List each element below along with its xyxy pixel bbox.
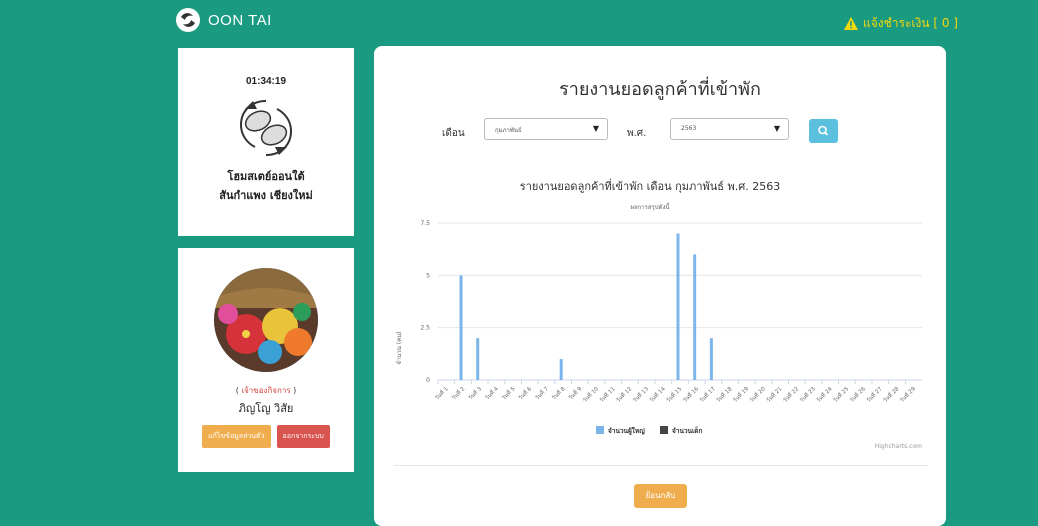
x-tick-label: วันที่ 27 bbox=[864, 384, 884, 404]
x-tick-label: วันที่ 4 bbox=[483, 384, 500, 401]
chart-bar[interactable] bbox=[476, 338, 480, 380]
x-tick-label: วันที่ 13 bbox=[631, 384, 651, 404]
legend-swatch[interactable] bbox=[660, 426, 668, 434]
x-tick-label: วันที่ 26 bbox=[848, 384, 868, 404]
chart-bar[interactable] bbox=[693, 254, 697, 380]
x-tick-label: วันที่ 3 bbox=[466, 384, 483, 401]
y-tick-label: 7.5 bbox=[420, 220, 430, 227]
brand-name: OON TAI bbox=[208, 11, 272, 29]
y-tick-label: 5 bbox=[426, 272, 430, 279]
y-axis-label: จำนวน (คน) bbox=[396, 331, 403, 364]
x-tick-label: วันที่ 21 bbox=[764, 385, 783, 404]
user-role-label: เจ้าของกิจการ bbox=[241, 386, 291, 395]
payment-alert-label: แจ้งชำระเงิน [ 0 ] bbox=[862, 16, 958, 30]
x-tick-label: วันที่ 11 bbox=[597, 385, 616, 404]
homestay-name-line2: สันกำแพง เชียงใหม่ bbox=[219, 189, 313, 202]
legend-item[interactable]: จำนวนเด็ก bbox=[672, 426, 702, 435]
back-button[interactable]: ย้อนกลับ bbox=[634, 484, 687, 508]
top-navbar: OON TAI แจ้งชำระเงิน [ 0 ] bbox=[0, 0, 1038, 42]
x-tick-label: วันที่ 15 bbox=[664, 384, 684, 404]
bar-chart: รายงานยอดลูกค้าที่เข้าพัก เดือน กุมภาพัน… bbox=[396, 178, 922, 450]
x-tick-label: วันที่ 25 bbox=[831, 384, 851, 404]
homestay-logo-icon bbox=[239, 100, 293, 156]
profile-actions: แก้ไขข้อมูลส่วนตัว ออกจากระบบ bbox=[178, 425, 354, 448]
profile-card: ( เจ้าของกิจการ ) ภิญโญ วิสัย แก้ไขข้อมู… bbox=[178, 248, 354, 472]
warning-icon bbox=[843, 17, 858, 30]
chart-bar[interactable] bbox=[559, 359, 563, 380]
x-tick-label: วันที่ 29 bbox=[898, 384, 918, 404]
legend-item[interactable]: จำนวนผู้ใหญ่ bbox=[608, 426, 645, 436]
logout-button[interactable]: ออกจากระบบ bbox=[276, 425, 330, 448]
user-role: ( เจ้าของกิจการ ) bbox=[235, 386, 297, 395]
divider bbox=[394, 465, 928, 466]
homestay-info-card: 01:34:19 โฮมสเตย์ออนใต้ สันกำแพง เชียงให… bbox=[178, 48, 354, 236]
report-panel: รายงานยอดลูกค้าที่เข้าพัก เดือน กุมภาพัน… bbox=[374, 46, 946, 526]
x-tick-label: วันที่ 28 bbox=[881, 384, 901, 404]
x-tick-label: วันที่ 9 bbox=[566, 384, 583, 401]
user-name: ภิญโญ วิสัย bbox=[238, 402, 294, 415]
x-tick-label: วันที่ 7 bbox=[533, 384, 550, 401]
chart-bar[interactable] bbox=[676, 233, 680, 380]
x-tick-label: วันที่ 24 bbox=[814, 384, 834, 404]
x-tick-label: วันที่ 22 bbox=[781, 385, 800, 404]
x-tick-label: วันที่ 17 bbox=[698, 384, 718, 404]
payment-alert-link[interactable]: แจ้งชำระเงิน [ 0 ] bbox=[843, 14, 958, 33]
x-tick-label: วันที่ 2 bbox=[450, 385, 467, 402]
chart-bar[interactable] bbox=[459, 275, 463, 380]
chart-bar[interactable] bbox=[709, 338, 713, 380]
x-tick-label: วันที่ 19 bbox=[731, 384, 751, 404]
x-tick-label: วันที่ 16 bbox=[681, 384, 701, 404]
legend-swatch[interactable] bbox=[596, 426, 604, 434]
y-tick-label: 2.5 bbox=[420, 325, 430, 332]
homestay-name: โฮมสเตย์ออนใต้ สันกำแพง เชียงใหม่ bbox=[178, 167, 354, 205]
chart-subtitle: ผลการสรุปดังนี้ bbox=[630, 201, 670, 211]
brand[interactable]: OON TAI bbox=[176, 8, 272, 32]
x-tick-label: วันที่ 1 bbox=[433, 385, 450, 402]
x-tick-label: วันที่ 5 bbox=[500, 384, 517, 401]
clock-time: 01:34:19 bbox=[245, 76, 287, 87]
brand-logo-icon bbox=[176, 8, 200, 32]
x-tick-label: วันที่ 20 bbox=[748, 384, 768, 404]
edit-profile-button[interactable]: แก้ไขข้อมูลส่วนตัว bbox=[202, 425, 271, 448]
x-tick-label: วันที่ 23 bbox=[798, 384, 818, 404]
x-tick-label: วันที่ 6 bbox=[516, 384, 533, 401]
homestay-name-line1: โฮมสเตย์ออนใต้ bbox=[227, 170, 305, 183]
x-tick-label: วันที่ 12 bbox=[614, 385, 633, 404]
x-tick-label: วันที่ 10 bbox=[581, 384, 601, 404]
x-tick-label: วันที่ 8 bbox=[550, 384, 567, 401]
avatar bbox=[214, 268, 318, 372]
x-tick-label: วันที่ 14 bbox=[647, 384, 667, 404]
y-tick-label: 0 bbox=[426, 377, 430, 384]
chart-title: รายงานยอดลูกค้าที่เข้าพัก เดือน กุมภาพัน… bbox=[520, 178, 780, 193]
x-tick-label: วันที่ 18 bbox=[714, 384, 734, 404]
chart-credits[interactable]: Highcharts.com bbox=[875, 443, 922, 450]
